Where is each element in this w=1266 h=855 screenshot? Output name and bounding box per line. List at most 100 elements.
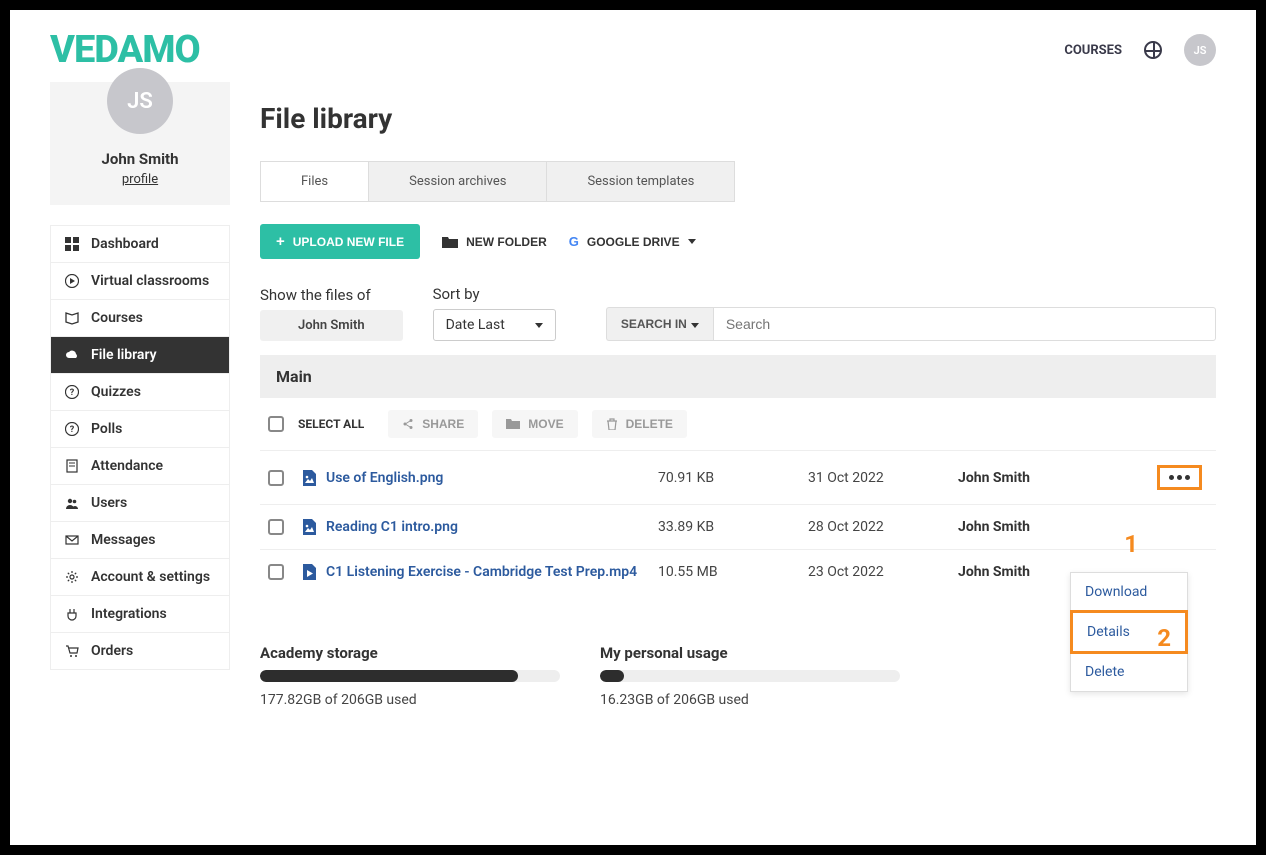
google-icon: G	[569, 234, 579, 249]
sidebar-item-virtual-classrooms[interactable]: Virtual classrooms	[51, 263, 229, 300]
personal-storage-label: My personal usage	[600, 644, 900, 662]
tabs: Files Session archives Session templates	[260, 161, 735, 202]
move-button[interactable]: MOVE	[492, 410, 577, 438]
sidebar-item-file-library[interactable]: File library	[51, 337, 229, 374]
sidebar-item-attendance[interactable]: Attendance	[51, 448, 229, 485]
envelope-icon	[65, 533, 79, 547]
document-icon	[65, 459, 79, 473]
sidebar-item-integrations[interactable]: Integrations	[51, 596, 229, 633]
sidebar-item-polls[interactable]: ? Polls	[51, 411, 229, 448]
sidebar-item-label: Orders	[91, 643, 133, 659]
sort-by-select[interactable]: Date Last	[433, 309, 556, 341]
sidebar-item-label: File library	[91, 347, 157, 363]
chevron-down-icon	[688, 239, 696, 244]
image-file-icon	[302, 470, 316, 486]
tab-session-templates[interactable]: Session templates	[547, 162, 734, 201]
grid-icon	[65, 237, 79, 251]
menu-item-label: Details	[1087, 624, 1130, 640]
file-date: 28 Oct 2022	[808, 519, 958, 535]
sidebar-item-dashboard[interactable]: Dashboard	[51, 226, 229, 263]
file-size: 70.91 KB	[658, 470, 808, 486]
row-actions-menu: Download Details 2 Delete	[1070, 572, 1188, 692]
sidebar-item-users[interactable]: Users	[51, 485, 229, 522]
tab-files[interactable]: Files	[261, 162, 369, 201]
profile-card: JS John Smith profile	[50, 82, 230, 205]
svg-text:?: ?	[70, 388, 75, 398]
row-checkbox[interactable]	[268, 564, 284, 580]
academy-storage-bar	[260, 670, 560, 682]
chevron-down-icon	[691, 323, 699, 328]
sidebar-item-label: Integrations	[91, 606, 167, 622]
sidebar-item-label: Dashboard	[91, 236, 159, 252]
share-icon	[402, 418, 414, 430]
select-all-checkbox[interactable]	[268, 416, 284, 432]
button-label: SEARCH IN	[621, 317, 687, 331]
plus-icon: +	[276, 233, 285, 250]
sidebar-item-label: Courses	[91, 310, 143, 326]
brand-logo[interactable]: VEDAMO	[50, 28, 200, 72]
menu-item-download[interactable]: Download	[1071, 573, 1187, 611]
video-file-icon	[302, 564, 316, 580]
nav-courses[interactable]: COURSES	[1064, 43, 1122, 58]
sidebar-item-messages[interactable]: Messages	[51, 522, 229, 559]
file-name-link[interactable]: C1 Listening Exercise - Cambridge Test P…	[326, 564, 637, 580]
sidebar-item-label: Account & settings	[91, 569, 210, 585]
svg-text:?: ?	[70, 425, 75, 435]
button-label: SHARE	[422, 417, 464, 431]
sidebar-item-label: Quizzes	[91, 384, 141, 400]
row-checkbox[interactable]	[268, 519, 284, 535]
personal-storage-bar	[600, 670, 900, 682]
file-date: 23 Oct 2022	[808, 564, 958, 580]
file-owner: John Smith	[958, 519, 1088, 535]
globe-icon[interactable]	[1144, 41, 1162, 59]
avatar[interactable]: JS	[107, 68, 173, 134]
academy-storage-text: 177.82GB of 206GB used	[260, 692, 560, 708]
sidebar-item-account-settings[interactable]: Account & settings	[51, 559, 229, 596]
sidebar-item-courses[interactable]: Courses	[51, 300, 229, 337]
avatar[interactable]: JS	[1184, 34, 1216, 66]
chevron-down-icon	[535, 323, 543, 328]
question-icon: ?	[65, 385, 79, 399]
users-icon	[65, 496, 79, 510]
folder-icon	[442, 235, 458, 249]
sidebar-item-label: Polls	[91, 421, 122, 437]
profile-name: John Smith	[60, 150, 220, 168]
file-size: 33.89 KB	[658, 519, 808, 535]
plug-icon	[65, 607, 79, 621]
show-files-value[interactable]: John Smith	[260, 310, 403, 341]
trash-icon	[606, 418, 618, 430]
dots-icon	[1185, 475, 1190, 480]
file-name-link[interactable]: Reading C1 intro.png	[326, 519, 458, 535]
row-actions-button[interactable]	[1157, 465, 1202, 490]
menu-item-details[interactable]: Details 2	[1070, 610, 1188, 654]
button-label: MOVE	[528, 417, 563, 431]
delete-button[interactable]: DELETE	[592, 410, 687, 438]
dots-icon	[1169, 475, 1174, 480]
gear-icon	[65, 570, 79, 584]
page-title: File library	[260, 102, 1216, 135]
menu-item-delete[interactable]: Delete	[1071, 653, 1187, 691]
search-input[interactable]	[713, 307, 1216, 341]
book-icon	[65, 311, 79, 325]
tab-session-archives[interactable]: Session archives	[369, 162, 547, 201]
file-name-link[interactable]: Use of English.png	[326, 470, 443, 486]
select-all-label[interactable]: SELECT ALL	[298, 417, 364, 431]
search-in-button[interactable]: SEARCH IN	[606, 307, 713, 341]
question-icon: ?	[65, 422, 79, 436]
sidebar-item-quizzes[interactable]: ? Quizzes	[51, 374, 229, 411]
dots-icon	[1177, 475, 1182, 480]
new-folder-button[interactable]: NEW FOLDER	[442, 235, 547, 249]
file-owner: John Smith	[958, 470, 1088, 486]
file-date: 31 Oct 2022	[808, 470, 958, 486]
upload-new-file-button[interactable]: + UPLOAD NEW FILE	[260, 224, 420, 259]
share-button[interactable]: SHARE	[388, 410, 478, 438]
sidebar-item-orders[interactable]: Orders	[51, 633, 229, 669]
select-value: Date Last	[446, 317, 505, 333]
button-label: UPLOAD NEW FILE	[293, 235, 404, 249]
profile-link[interactable]: profile	[122, 172, 158, 187]
sidebar-item-label: Attendance	[91, 458, 163, 474]
google-drive-button[interactable]: GGOOGLE DRIVE	[569, 234, 696, 249]
cloud-icon	[65, 348, 79, 362]
cart-icon	[65, 644, 79, 658]
row-checkbox[interactable]	[268, 470, 284, 486]
